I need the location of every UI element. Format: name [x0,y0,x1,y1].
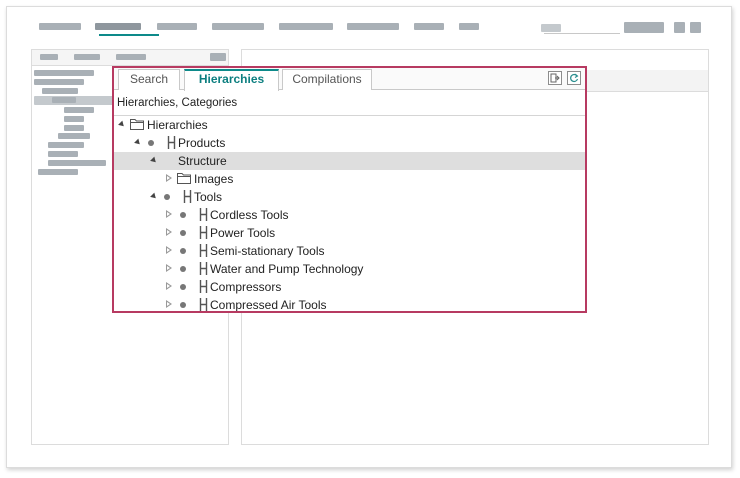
left-tab[interactable] [74,54,100,60]
tree-label: Cordless Tools [210,208,289,222]
tree-row-tool-child[interactable]: Compressors [114,278,585,296]
header-icon[interactable] [674,22,685,33]
tree-label: Images [194,172,234,186]
tree-item[interactable] [58,133,90,139]
bullet-icon [180,302,186,308]
tree-label: Power Tools [210,226,276,240]
nav-item[interactable] [459,23,479,30]
collapsed-arrow-icon[interactable] [166,264,172,272]
tree-item[interactable] [64,116,84,122]
bullet-icon [180,284,186,290]
tree-row-tool-child[interactable]: Cordless Tools [114,206,585,224]
nav-item[interactable] [212,23,264,30]
nav-item[interactable] [414,23,444,30]
tree-label: Semi-stationary Tools [210,244,325,258]
hierarchy-browser: Search Hierarchies Compilations Hierarch… [112,66,587,313]
refresh-button[interactable] [567,71,581,85]
tree-item[interactable] [52,97,76,103]
bullet-icon [180,266,186,272]
bullet-icon [180,248,186,254]
tree-row-tool-child[interactable]: Water and Pump Technology [114,260,585,278]
tree-label: Compressors [210,280,282,294]
export-icon [550,73,560,83]
refresh-icon [570,73,579,83]
left-panel-tabs [32,50,228,66]
tree-label: Hierarchies [147,118,208,132]
nav-item[interactable] [157,23,197,30]
collapsed-arrow-icon[interactable] [166,282,172,290]
tab-compilations[interactable]: Compilations [282,69,372,90]
tree-item[interactable] [64,125,84,131]
hierarchy-icon [199,280,208,293]
tree-row-tool-child[interactable]: Semi-stationary Tools [114,242,585,260]
expanded-arrow-icon[interactable] [134,138,142,147]
tree-item[interactable] [34,79,84,85]
tree-item[interactable] [48,142,84,148]
tree-item[interactable] [48,160,106,166]
tree-row-hierarchies[interactable]: Hierarchies [114,116,585,134]
collapsed-arrow-icon[interactable] [166,210,172,218]
tree-label: Structure [178,154,227,168]
expanded-arrow-icon[interactable] [150,192,158,201]
bullet-icon [180,212,186,218]
tree-row-tool-child[interactable]: Power Tools [114,224,585,242]
folder-icon [177,173,191,184]
tree-row-structure[interactable]: Structure [114,152,585,170]
tree-item[interactable] [42,88,78,94]
search-icon[interactable] [541,24,561,32]
tree-item[interactable] [38,169,78,175]
collapsed-arrow-icon[interactable] [166,246,172,254]
panel-subtitle: Hierarchies, Categories [117,97,238,109]
tree-label: Water and Pump Technology [210,262,364,276]
tree-row-tool-child[interactable]: Compressed Air Tools [114,296,585,312]
tree-row-tools[interactable]: Tools [114,188,585,206]
nav-item[interactable] [39,23,81,30]
export-button[interactable] [548,71,562,85]
bullet-icon [148,140,154,146]
hierarchy-icon [199,244,208,257]
nav-item-active[interactable] [95,23,141,30]
left-tab[interactable] [40,54,58,60]
tree-label: Products [178,136,226,150]
tree-row-images[interactable]: Images [114,170,585,188]
tree-label: Tools [194,190,223,204]
collapsed-arrow-icon[interactable] [166,300,172,308]
expanded-arrow-icon[interactable] [150,156,158,165]
hierarchy-icon [199,262,208,275]
left-tab[interactable] [116,54,146,60]
nav-item[interactable] [347,23,399,30]
collapsed-arrow-icon[interactable] [166,174,172,182]
collapsed-arrow-icon[interactable] [166,228,172,236]
tab-search[interactable]: Search [118,69,180,90]
hierarchy-icon [199,208,208,221]
bullet-icon [164,194,170,200]
hierarchy-icon [183,190,192,203]
hierarchy-icon [167,136,176,149]
tree-label: Compressed Air Tools [210,298,327,312]
expanded-arrow-icon[interactable] [118,120,126,129]
hierarchy-icon [199,226,208,239]
tab-bar: Search Hierarchies Compilations [114,68,585,91]
nav-item[interactable] [279,23,333,30]
header-icon[interactable] [690,22,701,33]
tree-item[interactable] [34,70,94,76]
folder-icon [130,119,144,130]
tab-hierarchies[interactable]: Hierarchies [184,69,279,91]
tree-item[interactable] [64,107,94,113]
left-panel-icon[interactable] [210,53,226,61]
tree-item[interactable] [48,151,78,157]
hierarchy-tree: Hierarchies Products Structure Images To… [114,116,585,312]
hierarchy-icon [199,298,208,311]
nav-active-indicator [99,34,159,36]
header-button[interactable] [624,22,664,33]
bullet-icon [180,230,186,236]
tree-row-products[interactable]: Products [114,134,585,152]
